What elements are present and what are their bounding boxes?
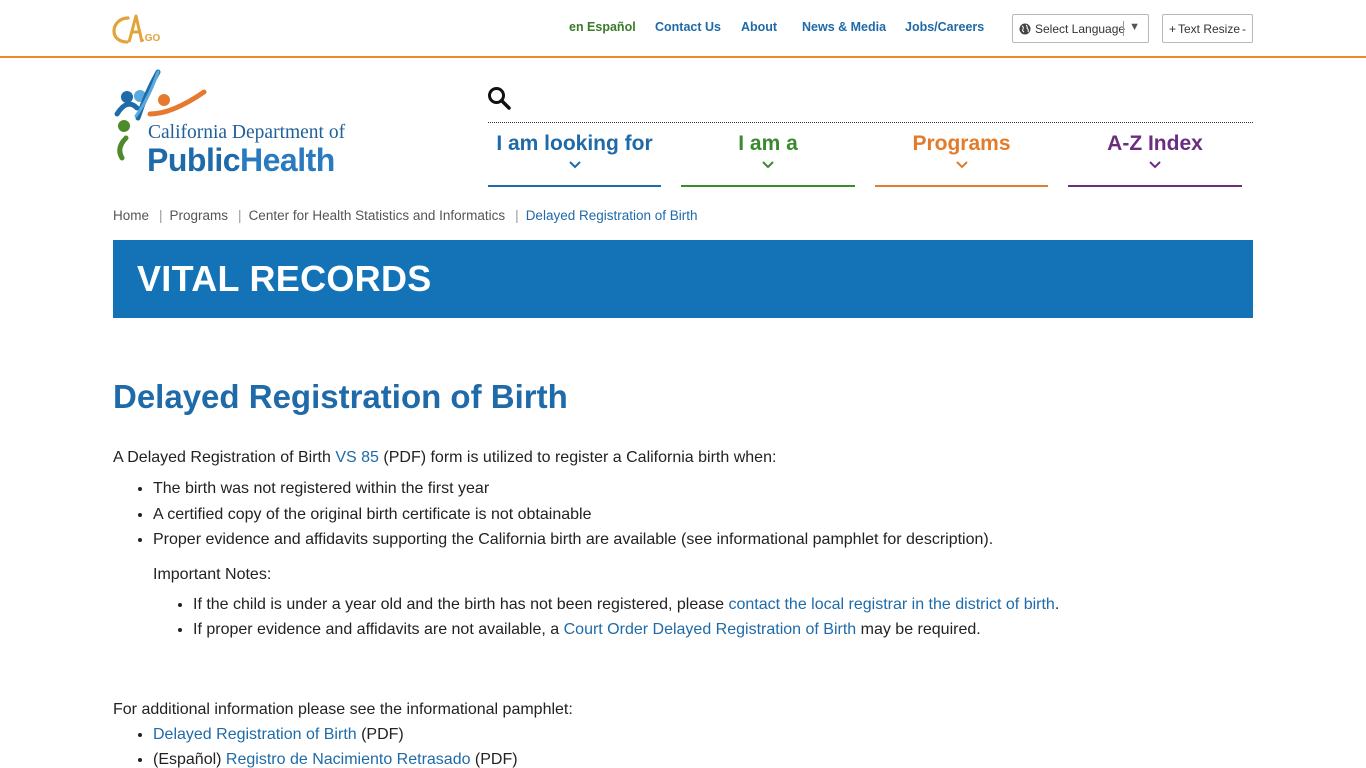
contact-us-link[interactable]: Contact Us [655,20,721,34]
main-content: A Delayed Registration of Birth VS 85 (P… [113,446,1253,643]
breadcrumb-home[interactable]: Home [113,208,149,223]
language-label: (Español) [153,751,226,768]
nav-i-am-a[interactable]: I am a [681,130,855,187]
svg-text:.GOV: .GOV [142,33,160,44]
list-item: (Español) Registro de Nacimiento Retrasa… [153,747,1253,768]
logo-public-health-text: PublicHealth [147,142,335,179]
court-order-link[interactable]: Court Order Delayed Registration of Birt… [564,621,857,638]
news-media-link[interactable]: News & Media [802,20,886,34]
pamphlet-spanish-link[interactable]: Registro de Nacimiento Retrasado [226,751,471,768]
utility-bar: .GOV en Español Contact Us About News & … [0,0,1366,58]
logo-public-word: Public [147,142,241,178]
pdf-label: (PDF) [356,726,404,743]
intro-paragraph: A Delayed Registration of Birth VS 85 (P… [113,446,1253,470]
list-item: Delayed Registration of Birth (PDF) [153,722,1253,747]
pamphlet-list: Delayed Registration of Birth (PDF) (Esp… [113,722,1253,768]
pamphlet-english-link[interactable]: Delayed Registration of Birth [153,726,357,743]
intro-text: (PDF) form is utilized to register a Cal… [378,449,777,466]
pdf-label: (PDF) [470,751,518,768]
chevron-down-icon [955,161,968,169]
section-banner: VITAL RECORDS [113,240,1253,318]
about-link[interactable]: About [741,20,777,34]
breadcrumb-center[interactable]: Center for Health Statistics and Informa… [249,208,506,223]
list-item: If proper evidence and affidavits are no… [193,617,1253,643]
note-text: If proper evidence and affidavits are no… [193,621,564,638]
text-resize-control: + Text Resize - [1162,14,1253,43]
local-registrar-link[interactable]: contact the local registrar in the distr… [728,596,1054,613]
note-text: If the child is under a year old and the… [193,595,729,613]
breadcrumb-separator: | [238,208,242,223]
notes-list: If the child is under a year old and the… [113,592,1253,643]
nav-item-label: Programs [912,132,1011,155]
divider [1123,21,1124,36]
list-item: The birth was not registered within the … [153,476,1253,502]
nav-i-am-looking-for[interactable]: I am looking for [488,130,661,187]
chevron-down-icon [568,161,581,169]
list-item: A certified copy of the original birth c… [153,502,1253,528]
text-resize-increase-button[interactable]: + [1169,22,1176,36]
nav-item-label: I am looking for [496,132,653,155]
page-title: Delayed Registration of Birth [113,378,568,415]
chevron-down-icon [1149,161,1161,169]
vs85-link[interactable]: VS 85 [335,449,379,466]
chevron-down-icon: ▼ [1129,21,1140,33]
list-item: Proper evidence and affidavits supportin… [153,527,1253,553]
note-text: . [1054,595,1060,613]
nav-programs[interactable]: Programs [875,130,1048,187]
banner-title: VITAL RECORDS [137,258,432,299]
text-resize-decrease-button[interactable]: - [1242,22,1246,36]
breadcrumb: Home | Programs | Center for Health Stat… [113,208,698,223]
nav-a-z-index[interactable]: A-Z Index [1068,130,1242,187]
nav-item-label: A-Z Index [1107,132,1203,155]
search-divider [488,122,1253,123]
breadcrumb-current[interactable]: Delayed Registration of Birth [526,208,698,223]
breadcrumb-separator: | [159,208,163,223]
ca-gov-logo[interactable]: .GOV [112,12,160,44]
important-notes-heading: Important Notes: [153,565,272,583]
note-text: may be required. [856,621,981,638]
logo-health-word: Health [240,142,335,178]
text-resize-label: Text Resize [1177,21,1241,36]
nav-item-label: I am a [738,132,798,155]
breadcrumb-programs[interactable]: Programs [170,208,229,223]
espanol-link[interactable]: en Español [569,20,636,34]
intro-text: A Delayed Registration of Birth [113,449,336,466]
list-item: If the child is under a year old and the… [193,592,1253,618]
jobs-careers-link[interactable]: Jobs/Careers [905,20,984,34]
globe-icon [1019,23,1031,34]
additional-info-text: For additional information please see th… [113,701,573,718]
additional-info: For additional information please see th… [113,698,1253,768]
search-icon[interactable] [486,85,512,111]
logo-department-text: California Department of [148,122,346,143]
breadcrumb-separator: | [515,208,519,223]
conditions-list: The birth was not registered within the … [113,476,1253,553]
language-select-label: Select Language [1035,21,1126,36]
chevron-down-icon [762,161,774,169]
language-select[interactable]: Select Language ▼ [1012,14,1149,43]
